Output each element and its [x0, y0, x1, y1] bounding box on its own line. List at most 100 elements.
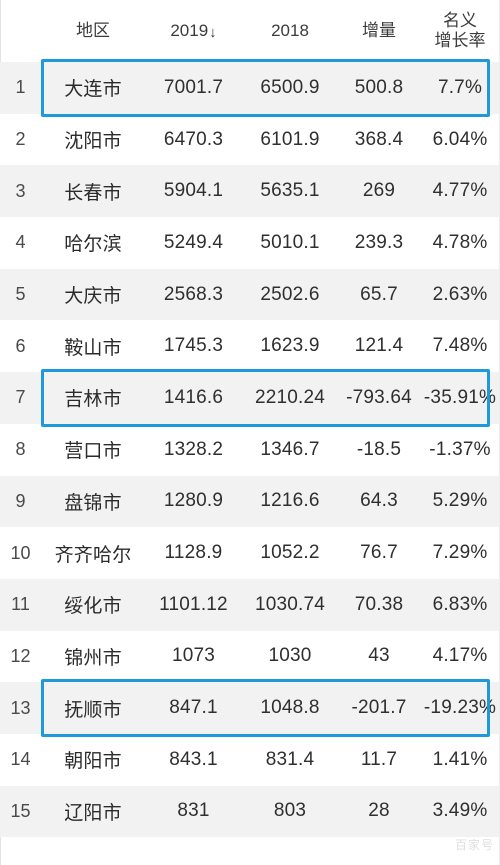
table-row[interactable]: 3 长春市 5904.1 5635.1 269 4.77%	[0, 165, 500, 218]
table-row[interactable]: 9 盘锦市 1280.9 1216.6 64.3 5.29%	[0, 475, 500, 528]
cell-rank: 13	[0, 682, 41, 734]
cell-2019: 1328.2	[145, 423, 242, 476]
cell-rank: 11	[0, 578, 41, 631]
table-row[interactable]: 14 朝阳市 843.1 831.4 11.7 1.41%	[0, 733, 500, 786]
table-header: 地区 2019↓ 2018 增量 名义 增长率	[0, 0, 500, 62]
cell-increment: -201.7	[338, 682, 420, 734]
gdp-ranking-table: 地区 2019↓ 2018 增量 名义 增长率 1 大连市 7001.7 6500.9…	[0, 0, 500, 838]
table-row[interactable]: 8 营口市 1328.2 1346.7 -18.5 -1.37%	[0, 423, 500, 476]
cell-2018: 1030	[242, 630, 338, 683]
cell-2019: 6470.3	[145, 113, 242, 166]
table-header-row: 地区 2019↓ 2018 增量 名义 增长率	[0, 0, 500, 62]
cell-growth-rate: 4.78%	[420, 217, 500, 269]
table-row[interactable]: 7 吉林市 1416.6 2210.24 -793.64 -35.91%	[0, 372, 500, 424]
cell-growth-rate: -1.37%	[420, 423, 500, 476]
column-header-2019[interactable]: 2019↓	[145, 0, 242, 62]
cell-2018: 1216.6	[242, 475, 338, 528]
cell-2019: 1101.12	[145, 578, 242, 631]
table-row[interactable]: 5 大庆市 2568.3 2502.6 65.7 2.63%	[0, 268, 500, 321]
cell-increment: 500.8	[338, 62, 420, 114]
table-body: 1 大连市 7001.7 6500.9 500.8 7.7% 2 沈阳市 6470.3 6101.…	[0, 62, 500, 838]
cell-rank: 9	[0, 475, 41, 528]
cell-region: 哈尔滨	[41, 217, 145, 269]
column-header-2018-label: 2018	[271, 21, 309, 41]
cell-region: 锦州市	[41, 630, 145, 683]
column-header-growth-rate[interactable]: 名义 增长率	[420, 0, 500, 62]
table-row[interactable]: 4 哈尔滨 5249.4 5010.1 239.3 4.78%	[0, 217, 500, 269]
table-row[interactable]: 13 抚顺市 847.1 1048.8 -201.7 -19.23%	[0, 682, 500, 734]
table-row[interactable]: 6 鞍山市 1745.3 1623.9 121.4 7.48%	[0, 320, 500, 373]
cell-rank: 8	[0, 423, 41, 476]
cell-increment: 269	[338, 165, 420, 218]
table-row[interactable]: 12 锦州市 1073 1030 43 4.17%	[0, 630, 500, 683]
cell-region: 辽阳市	[41, 785, 145, 838]
cell-region: 齐齐哈尔	[41, 527, 145, 579]
cell-2018: 5635.1	[242, 165, 338, 218]
column-header-increment-label: 增量	[362, 21, 396, 41]
sort-descending-icon[interactable]: ↓	[208, 24, 217, 41]
cell-region: 抚顺市	[41, 682, 145, 734]
cell-2018: 2502.6	[242, 268, 338, 321]
cell-rank: 1	[0, 62, 41, 114]
cell-2019: 843.1	[145, 733, 242, 786]
cell-growth-rate: 2.63%	[420, 268, 500, 321]
table-row[interactable]: 1 大连市 7001.7 6500.9 500.8 7.7%	[0, 62, 500, 114]
cell-2018: 831.4	[242, 733, 338, 786]
cell-increment: -793.64	[338, 372, 420, 424]
cell-rank: 15	[0, 785, 41, 838]
cell-growth-rate: 7.48%	[420, 320, 500, 373]
column-header-growth-rate-line1: 名义	[443, 10, 477, 30]
cell-region: 营口市	[41, 423, 145, 476]
cell-increment: 368.4	[338, 113, 420, 166]
cell-rank: 12	[0, 630, 41, 683]
cell-2019: 847.1	[145, 682, 242, 734]
cell-2019: 7001.7	[145, 62, 242, 114]
column-header-region-label: 地区	[76, 21, 110, 41]
column-header-2018[interactable]: 2018	[242, 0, 338, 62]
cell-growth-rate: 4.77%	[420, 165, 500, 218]
cell-increment: -18.5	[338, 423, 420, 476]
cell-2019: 1416.6	[145, 372, 242, 424]
cell-increment: 11.7	[338, 733, 420, 786]
column-header-growth-rate-line2: 增长率	[434, 31, 486, 50]
cell-2018: 5010.1	[242, 217, 338, 269]
ranking-table-container: 地区 2019↓ 2018 增量 名义 增长率 1 大连市 7001.7 6500.9…	[0, 0, 500, 865]
cell-rank: 2	[0, 113, 41, 166]
cell-2018: 1623.9	[242, 320, 338, 373]
cell-increment: 239.3	[338, 217, 420, 269]
cell-increment: 28	[338, 785, 420, 838]
watermark-label: 百家号	[454, 838, 494, 852]
cell-rank: 6	[0, 320, 41, 373]
cell-2019: 831	[145, 785, 242, 838]
table-row[interactable]: 2 沈阳市 6470.3 6101.9 368.4 6.04%	[0, 113, 500, 166]
cell-2019: 1073	[145, 630, 242, 683]
column-header-rank	[0, 0, 41, 62]
column-header-region[interactable]: 地区	[41, 0, 145, 62]
cell-growth-rate: 4.17%	[420, 630, 500, 683]
column-header-increment[interactable]: 增量	[338, 0, 420, 62]
cell-growth-rate: 7.7%	[420, 62, 500, 114]
table-row[interactable]: 10 齐齐哈尔 1128.9 1052.2 76.7 7.29%	[0, 527, 500, 579]
cell-region: 吉林市	[41, 372, 145, 424]
cell-growth-rate: 5.29%	[420, 475, 500, 528]
cell-rank: 14	[0, 733, 41, 786]
cell-2018: 803	[242, 785, 338, 838]
cell-increment: 43	[338, 630, 420, 683]
cell-rank: 7	[0, 372, 41, 424]
cell-region: 鞍山市	[41, 320, 145, 373]
cell-rank: 4	[0, 217, 41, 269]
cell-region: 绥化市	[41, 578, 145, 631]
table-row[interactable]: 11 绥化市 1101.12 1030.74 70.38 6.83%	[0, 578, 500, 631]
cell-increment: 65.7	[338, 268, 420, 321]
cell-region: 长春市	[41, 165, 145, 218]
cell-growth-rate: 1.41%	[420, 733, 500, 786]
cell-region: 盘锦市	[41, 475, 145, 528]
cell-growth-rate: 3.49%	[420, 785, 500, 838]
table-row[interactable]: 15 辽阳市 831 803 28 3.49%	[0, 785, 500, 838]
cell-2019: 1128.9	[145, 527, 242, 579]
cell-2018: 6500.9	[242, 62, 338, 114]
cell-2018: 1052.2	[242, 527, 338, 579]
cell-region: 大庆市	[41, 268, 145, 321]
column-header-2019-label: 2019	[170, 21, 209, 41]
cell-2019: 1280.9	[145, 475, 242, 528]
